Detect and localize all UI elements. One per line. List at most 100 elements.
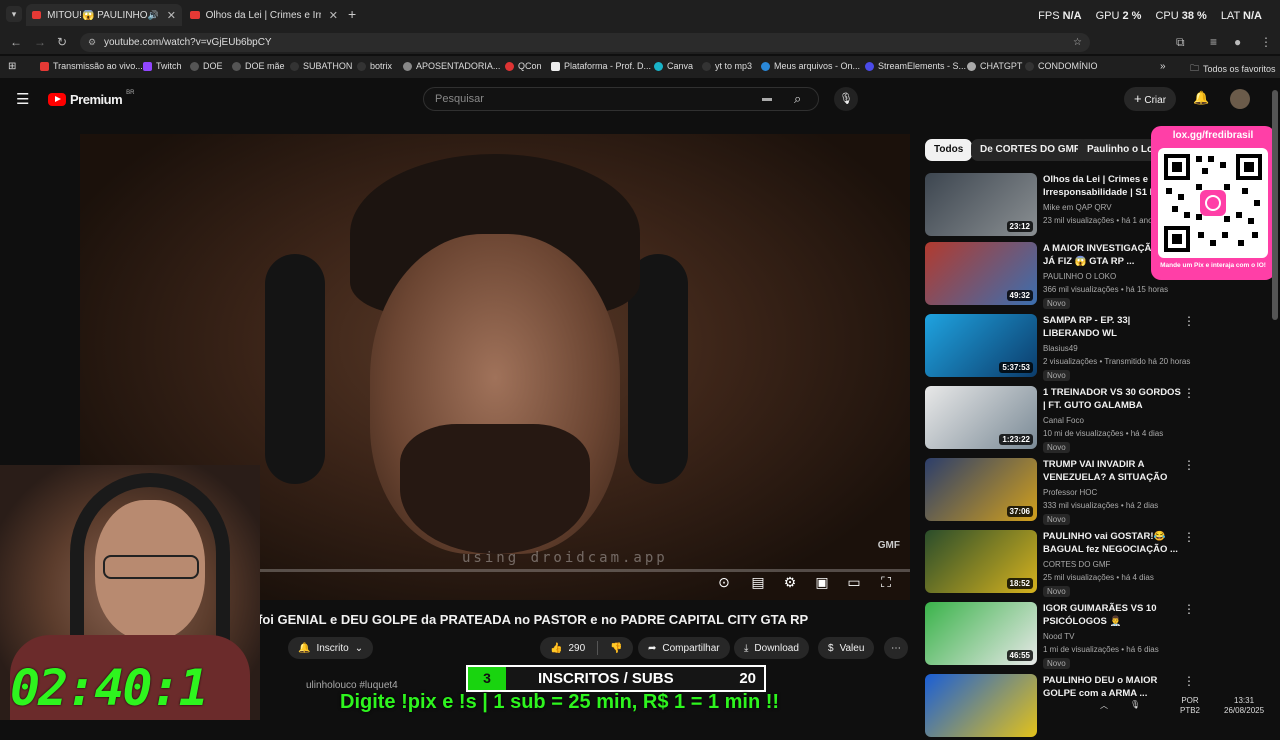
bookmarks-overflow-icon[interactable]: » <box>1160 61 1166 72</box>
miniplayer-icon[interactable]: ▣ <box>813 574 831 590</box>
more-options-icon[interactable]: ⋮ <box>1183 674 1195 688</box>
bookmark-item[interactable]: Meus arquivos - On... <box>761 61 860 71</box>
recommendation-channel[interactable]: Nood TV <box>1043 632 1074 641</box>
site-info-icon[interactable]: ⚙ <box>88 33 96 52</box>
bookmark-item[interactable]: DOE <box>190 61 223 71</box>
chip-todos[interactable]: Todos <box>925 139 973 161</box>
subscribed-button[interactable]: 🔔 Inscrito ⌄ <box>288 637 374 659</box>
bookmark-star-icon[interactable]: ☆ <box>1073 33 1082 52</box>
browser-menu-icon[interactable]: ⋮ <box>1260 35 1272 49</box>
apps-grid-icon[interactable]: ⊞ <box>8 61 16 72</box>
video-thumbnail[interactable]: 18:52 <box>925 530 1037 593</box>
video-thumbnail[interactable]: 46:55 <box>925 602 1037 665</box>
bookmark-item[interactable]: StreamElements - S... <box>865 61 966 71</box>
browser-tab[interactable]: Olhos da Lei | Crimes e Irrespo ✕ <box>184 4 344 26</box>
new-tab-button[interactable]: + <box>348 6 356 22</box>
all-bookmarks[interactable]: 🗀 Todos os favoritos <box>1190 61 1276 77</box>
video-thumbnail[interactable]: 37:06 <box>925 458 1037 521</box>
forward-icon[interactable]: → <box>34 35 46 49</box>
chip-cortes-gmf[interactable]: De CORTES DO GMF <box>971 139 1090 161</box>
tab-search-dropdown[interactable]: ▾ <box>6 6 22 22</box>
notifications-bell-icon[interactable]: 🔔 <box>1193 90 1209 106</box>
recommendation-channel[interactable]: CORTES DO GMF <box>1043 560 1110 569</box>
speaker-icon[interactable]: 🔊 <box>148 10 159 21</box>
like-icon[interactable]: 👍 <box>550 643 562 654</box>
recommendation-item[interactable]: 1:23:22 1 TREINADOR VS 30 GORDOS | FT. GU… <box>925 386 1270 453</box>
video-thumbnail[interactable]: 5:37:53 <box>925 314 1037 377</box>
theater-mode-icon[interactable]: ▭ <box>845 574 863 590</box>
youtube-logo[interactable]: Premium BR <box>48 90 134 107</box>
video-thumbnail[interactable]: 49:32 <box>925 242 1037 305</box>
media-controls-icon[interactable]: ≡ <box>1210 35 1217 49</box>
recommendation-channel[interactable]: Professor HOC <box>1043 488 1097 497</box>
bookmark-item[interactable]: Canva <box>654 61 693 71</box>
more-options-icon[interactable]: ⋮ <box>1183 530 1195 544</box>
more-actions-button[interactable]: ⋯ <box>884 637 908 659</box>
video-thumbnail[interactable] <box>925 674 1037 737</box>
more-options-icon[interactable]: ⋮ <box>1183 314 1195 328</box>
voice-search-icon[interactable]: 🎙 <box>834 87 858 111</box>
bookmark-item[interactable]: CHATGPT <box>967 61 1022 71</box>
mic-icon[interactable]: 🎙 <box>1130 700 1140 709</box>
settings-gear-icon[interactable]: ⚙ <box>781 574 799 590</box>
fullscreen-icon[interactable]: ⛶ <box>877 574 895 590</box>
video-thumbnail[interactable]: 1:23:22 <box>925 386 1037 449</box>
reload-icon[interactable]: ↻ <box>57 35 67 49</box>
bookmark-item[interactable]: Twitch <box>143 61 182 71</box>
bookmark-item[interactable]: yt to mp3 <box>702 61 752 71</box>
bookmark-item[interactable]: QCon <box>505 61 542 71</box>
extensions-icon[interactable]: ⧉ <box>1176 35 1185 50</box>
more-options-icon[interactable]: ⋮ <box>1183 458 1195 472</box>
close-tab-icon[interactable]: ✕ <box>329 9 338 22</box>
thanks-button[interactable]: $ Valeu <box>818 637 875 659</box>
more-options-icon[interactable]: ⋮ <box>1183 602 1195 616</box>
recommendation-meta: 10 mi de visualizações • há 4 dias <box>1043 429 1164 438</box>
channel-corner-logo: GMF <box>877 540 900 551</box>
hamburger-menu-icon[interactable]: ☰ <box>16 90 29 108</box>
more-options-icon[interactable]: ⋮ <box>1183 386 1195 400</box>
recommendation-title[interactable]: TRUMP VAI INVADIR A VENEZUELA? A SITUAÇÃ… <box>1043 458 1183 484</box>
create-button[interactable]: + Criar <box>1124 87 1177 111</box>
recommendation-channel[interactable]: Canal Foco <box>1043 416 1084 425</box>
bookmark-item[interactable]: botrix <box>357 61 392 71</box>
bookmark-item[interactable]: Plataforma - Prof. D... <box>551 61 651 71</box>
download-button[interactable]: ⤓ Download <box>734 637 809 659</box>
keyboard-language[interactable]: POR PTB2 <box>1180 696 1200 716</box>
dislike-icon[interactable]: 👎 <box>610 643 622 654</box>
recommendation-channel[interactable]: Mike em QAP QRV <box>1043 203 1112 212</box>
bookmark-item[interactable]: APOSENTADORIA... <box>403 61 500 71</box>
avatar[interactable] <box>1230 89 1250 109</box>
autoplay-toggle[interactable]: ⊙ <box>712 574 736 590</box>
recommendation-title[interactable]: 1 TREINADOR VS 30 GORDOS | FT. GUTO GALA… <box>1043 386 1183 412</box>
download-icon: ⤓ <box>744 642 749 654</box>
clock[interactable]: 13:31 26/08/2025 <box>1224 696 1264 716</box>
page-scrollbar[interactable] <box>1272 90 1278 320</box>
recommendation-channel[interactable]: PAULINHO O LOKO <box>1043 272 1116 281</box>
recommendation-channel[interactable]: Blasius49 <box>1043 344 1078 353</box>
keyboard-icon[interactable]: ▬ <box>762 88 772 110</box>
subtitles-icon[interactable]: ▤ <box>749 574 767 590</box>
address-bar[interactable]: ⚙ youtube.com/watch?v=vGjEUb6bpCY ☆ <box>80 33 1090 52</box>
video-hashtags[interactable]: ulinholouco #luquet4 <box>306 680 398 691</box>
share-button[interactable]: ➦ Compartilhar <box>638 637 730 659</box>
recommendation-item[interactable]: 5:37:53 SAMPA RP - EP. 33| LIBERANDO WL Bl… <box>925 314 1270 381</box>
close-tab-icon[interactable]: ✕ <box>167 9 176 22</box>
recommendation-title[interactable]: SAMPA RP - EP. 33| LIBERANDO WL <box>1043 314 1183 340</box>
recommendation-item[interactable]: 18:52 PAULINHO vai GOSTAR!😂 BAGUAL fez NE… <box>925 530 1270 597</box>
tray-chevron-icon[interactable]: ︿ <box>1100 700 1108 711</box>
back-icon[interactable]: ← <box>10 35 22 49</box>
url-text: youtube.com/watch?v=vGjEUb6bpCY <box>104 37 272 48</box>
bookmark-item[interactable]: CONDOMÍNIO <box>1025 61 1098 71</box>
bookmark-item[interactable]: DOE mãe <box>232 61 285 71</box>
bookmark-item[interactable]: SUBATHON <box>290 61 352 71</box>
recommendation-item[interactable]: 37:06 TRUMP VAI INVADIR A VENEZUELA? A SI… <box>925 458 1270 525</box>
search-input[interactable]: Pesquisar ▬ ⌕ <box>423 87 819 111</box>
video-thumbnail[interactable]: 23:12 <box>925 173 1037 236</box>
profile-icon[interactable]: ● <box>1234 35 1241 49</box>
recommendation-item[interactable]: 46:55 IGOR GUIMARÃES VS 10 PSICÓLOGOS 👨‍⚕… <box>925 602 1270 669</box>
browser-tab-active[interactable]: MITOU!😱 PAULINHO o LO 🔊 ✕ <box>26 4 182 26</box>
search-icon[interactable]: ⌕ <box>794 88 801 110</box>
recommendation-title[interactable]: IGOR GUIMARÃES VS 10 PSICÓLOGOS 👨‍⚕️ <box>1043 602 1183 628</box>
recommendation-title[interactable]: PAULINHO vai GOSTAR!😂 BAGUAL fez NEGOCIA… <box>1043 530 1183 556</box>
bookmark-item[interactable]: Transmissão ao vivo... <box>40 61 143 71</box>
